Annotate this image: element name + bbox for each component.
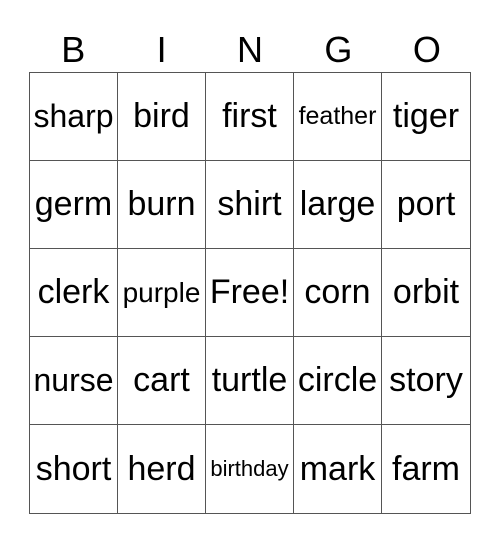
header-letter-i: I xyxy=(156,29,167,70)
cell-word: cart xyxy=(133,361,190,399)
cell-word: circle xyxy=(297,361,378,399)
bingo-cell[interactable]: purple xyxy=(118,249,206,337)
cell-word: clerk xyxy=(37,273,110,311)
bingo-header: B I N G O xyxy=(29,28,471,72)
bingo-cell[interactable]: sharp xyxy=(30,73,118,161)
cell-word: mark xyxy=(299,449,376,488)
bingo-cell[interactable]: germ xyxy=(30,161,118,249)
cell-word: large xyxy=(299,185,376,223)
bingo-cell[interactable]: orbit xyxy=(382,249,470,337)
bingo-cell[interactable]: first xyxy=(206,73,294,161)
cell-word: bird xyxy=(133,97,190,135)
bingo-cell[interactable]: clerk xyxy=(30,249,118,337)
bingo-cell[interactable]: turtle xyxy=(206,337,294,425)
cell-word: farm xyxy=(392,449,460,488)
cell-word: burn xyxy=(127,185,196,223)
cell-word: Free! xyxy=(209,273,290,311)
cell-word: story xyxy=(389,361,463,399)
bingo-cell[interactable]: farm xyxy=(382,425,470,513)
cell-word: tiger xyxy=(392,97,460,135)
bingo-cell[interactable]: cart xyxy=(118,337,206,425)
cell-word: germ xyxy=(34,185,113,223)
header-letter-g: G xyxy=(324,29,353,70)
cell-word: short xyxy=(35,449,112,488)
cell-word: orbit xyxy=(392,273,460,311)
cell-word: nurse xyxy=(33,362,114,398)
bingo-cell[interactable]: burn xyxy=(118,161,206,249)
cell-word: herd xyxy=(127,449,196,488)
bingo-cell[interactable]: large xyxy=(294,161,382,249)
header-letter-o: O xyxy=(412,29,441,70)
bingo-cell[interactable]: circle xyxy=(294,337,382,425)
header-letter-b: B xyxy=(61,29,86,70)
cell-word: first xyxy=(222,97,277,135)
cell-word: shirt xyxy=(217,185,282,223)
cell-word: port xyxy=(396,185,456,223)
cell-word: purple xyxy=(122,276,201,308)
bingo-grid: sharp bird first feather tiger germ burn shirt l… xyxy=(29,72,471,514)
bingo-cell[interactable]: shirt xyxy=(206,161,294,249)
bingo-cell[interactable]: corn xyxy=(294,249,382,337)
bingo-cell[interactable]: bird xyxy=(118,73,206,161)
bingo-cell[interactable]: nurse xyxy=(30,337,118,425)
header-letter-n: N xyxy=(237,29,264,70)
cell-word: sharp xyxy=(33,98,114,134)
cell-word: birthday xyxy=(210,456,289,481)
bingo-cell[interactable]: tiger xyxy=(382,73,470,161)
bingo-cell[interactable]: short xyxy=(30,425,118,513)
bingo-cell[interactable]: port xyxy=(382,161,470,249)
bingo-cell[interactable]: story xyxy=(382,337,470,425)
cell-word: feather xyxy=(298,102,377,130)
cell-word: turtle xyxy=(211,361,288,399)
free-space-cell[interactable]: Free! xyxy=(206,249,294,337)
cell-word: corn xyxy=(304,273,371,311)
bingo-cell[interactable]: mark xyxy=(294,425,382,513)
bingo-cell[interactable]: birthday xyxy=(206,425,294,513)
bingo-cell[interactable]: herd xyxy=(118,425,206,513)
bingo-cell[interactable]: feather xyxy=(294,73,382,161)
